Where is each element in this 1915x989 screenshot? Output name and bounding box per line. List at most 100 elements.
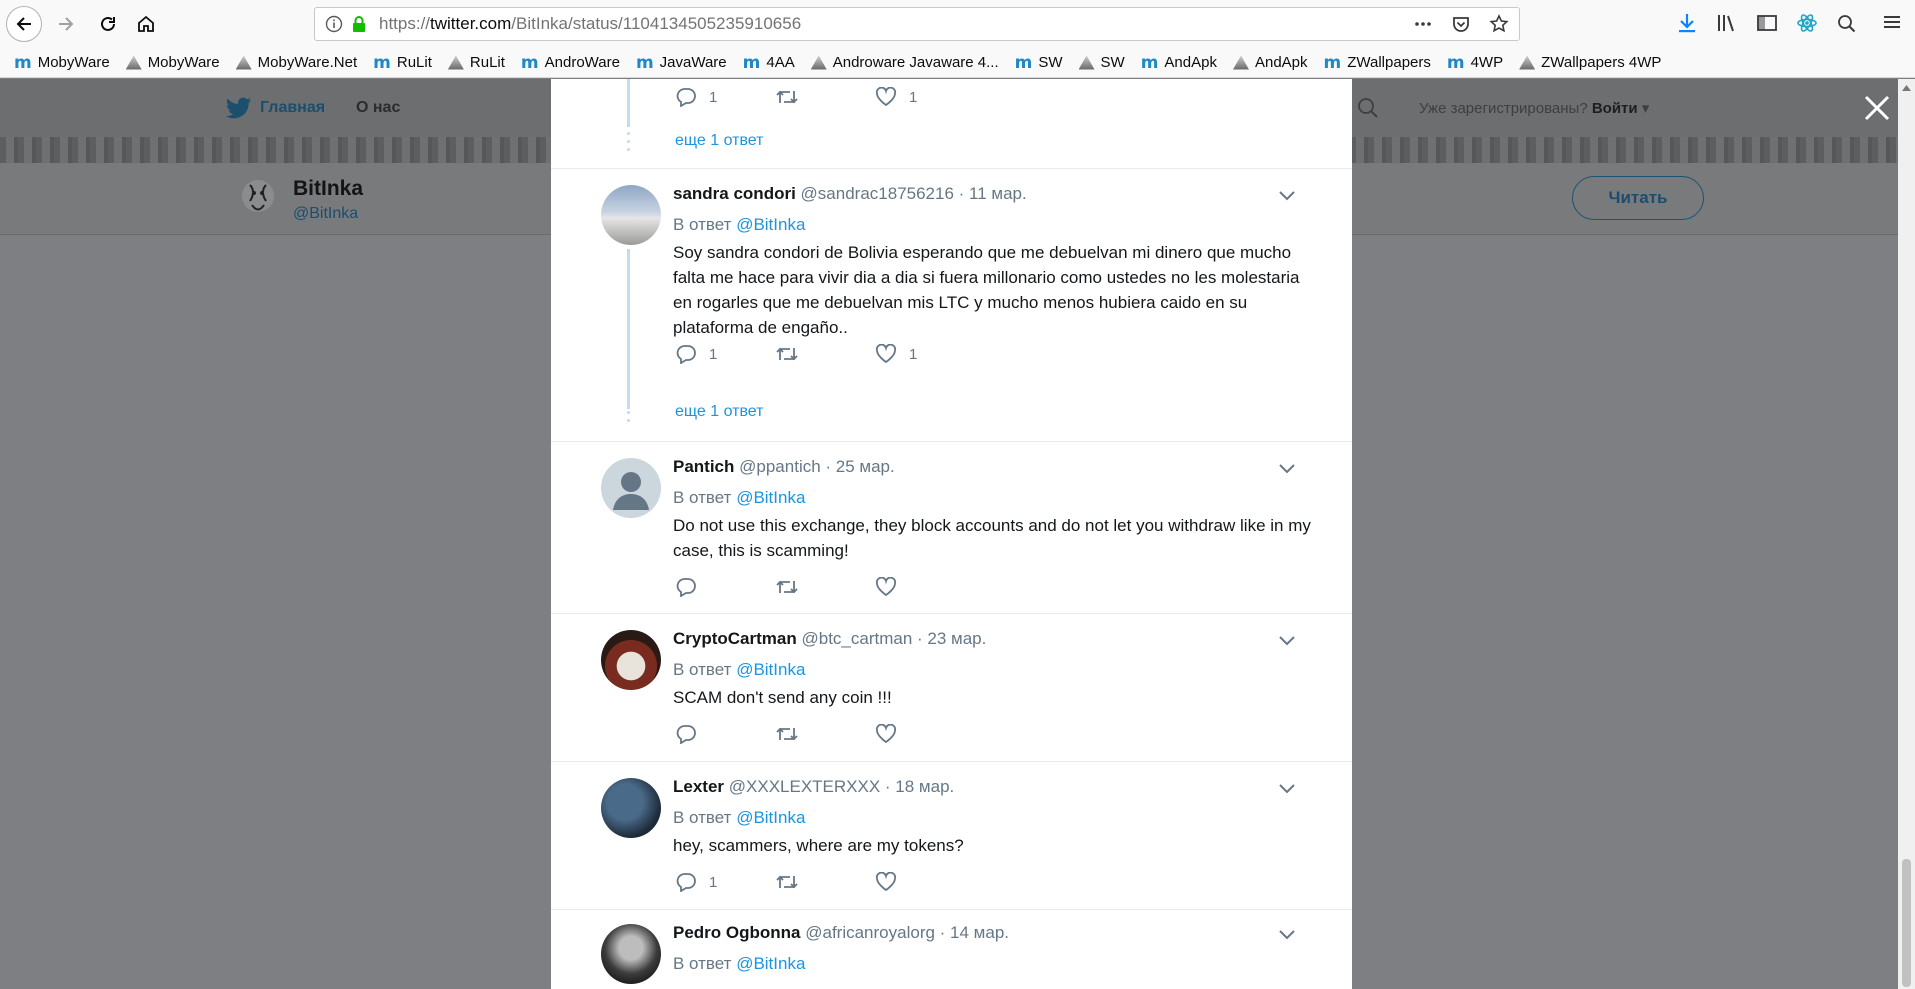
nav-about-link[interactable]: О нас [356,99,400,117]
follow-button[interactable]: Читать [1572,176,1704,220]
login-link[interactable]: Войти [1592,100,1638,117]
bookmark-item[interactable]: m AndApk [1141,53,1217,73]
bookmark-label: 4AA [766,54,795,71]
reply-action[interactable]: 1 [675,87,775,107]
bookmark-item[interactable]: Androware Javaware 4... [810,54,999,71]
chevron-down-icon[interactable] [1278,463,1296,475]
like-action[interactable] [875,724,975,744]
reply-mention[interactable]: @BitInka [736,808,805,827]
author-name[interactable]: CryptoCartman [673,629,797,648]
chevron-down-icon[interactable] [1278,635,1296,647]
avatar[interactable] [601,924,661,984]
page-scrollbar[interactable] [1898,79,1915,989]
close-icon[interactable] [1862,93,1892,123]
bookmark-item[interactable]: m ZWallpapers [1324,53,1431,73]
bookmark-item[interactable]: m JavaWare [636,53,727,73]
more-replies-link[interactable]: еще 1 ответ [675,132,763,150]
author-meta[interactable]: @XXXLEXTERXXX · 18 мар. [729,777,954,796]
tweet-item[interactable]: sandra condori @sandrac18756216 · 11 мар… [551,169,1352,442]
library-button[interactable] [1716,12,1740,34]
avatar[interactable] [601,185,661,245]
downloads-button[interactable] [1676,12,1698,34]
reply-action[interactable] [675,577,775,597]
reply-mention[interactable]: @BitInka [736,954,805,973]
author-meta[interactable]: @sandrac18756216 · 11 мар. [801,184,1027,203]
reply-mention[interactable]: @BitInka [736,488,805,507]
home-button[interactable] [128,6,164,42]
nav-home-link[interactable]: Главная [226,97,325,119]
lock-icon[interactable] [351,15,367,33]
reply-action[interactable]: 1 [675,344,775,364]
address-bar[interactable]: https://twitter.com/BitInka/status/11041… [314,7,1520,41]
like-action[interactable] [875,577,975,597]
like-action[interactable]: 1 [875,344,975,364]
author-name[interactable]: Lexter [673,777,724,796]
author-meta[interactable]: @africanroyalorg · 14 мар. [805,923,1009,942]
like-action[interactable] [875,872,975,892]
reply-action[interactable]: 1 [675,872,775,892]
author-name[interactable]: Pedro Ogbonna [673,923,801,942]
retweet-action[interactable] [775,344,875,364]
reply-mention[interactable]: @BitInka [736,660,805,679]
bookmark-item[interactable]: MobyWare [125,54,220,71]
tweet-item[interactable]: Pedro Ogbonna @africanroyalorg · 14 мар.… [551,910,1352,989]
info-icon[interactable] [325,15,343,33]
scroll-up-icon[interactable] [1902,85,1911,91]
bookmark-item[interactable]: MobyWare.Net [235,54,358,71]
avatar[interactable] [601,630,661,690]
author-meta[interactable]: @btc_cartman · 23 мар. [801,629,986,648]
bookmark-item[interactable]: ZWallpapers 4WP [1519,54,1661,71]
moby-favicon-icon: m [14,52,32,73]
profile-name[interactable]: BitInka [293,177,363,201]
bookmark-item[interactable]: m AndroWare [521,53,620,73]
more-replies-link[interactable]: еще 1 ответ [675,403,763,421]
star-icon[interactable] [1489,14,1509,34]
author-meta[interactable]: @ppantich · 25 мар. [739,457,895,476]
author-name[interactable]: Pantich [673,457,734,476]
avatar[interactable] [601,778,661,838]
retweet-action[interactable] [775,724,875,744]
extension-button[interactable] [1836,12,1858,34]
chevron-down-icon[interactable] [1278,190,1296,202]
reload-button[interactable] [90,6,126,42]
author-name[interactable]: sandra condori [673,184,796,203]
arrow-right-icon [59,17,74,31]
retweet-action[interactable] [775,87,875,107]
forward-button[interactable] [48,6,84,42]
reply-mention[interactable]: @BitInka [736,215,805,234]
reply-action[interactable] [675,724,775,744]
bookmark-item[interactable]: SW [1078,54,1125,71]
pocket-icon[interactable] [1451,14,1471,34]
more-actions-icon[interactable] [1413,14,1433,34]
browser-toolbar: https://twitter.com/BitInka/status/11041… [0,0,1915,48]
caret-down-icon[interactable]: ▾ [1642,100,1650,117]
chevron-down-icon[interactable] [1278,929,1296,941]
scrollbar-thumb[interactable] [1902,859,1911,987]
bookmark-item[interactable]: AndApk [1232,54,1308,71]
bookmark-item[interactable]: RuLit [447,54,505,71]
search-icon[interactable] [1357,97,1379,119]
back-button[interactable] [6,6,42,42]
retweet-action[interactable] [775,872,875,892]
profile-handle[interactable]: @BitInka [293,205,358,223]
bookmark-label: MobyWare.Net [257,54,358,71]
tweet-item[interactable]: Pantich @ppantich · 25 мар. В ответ @Bit… [551,442,1352,614]
avatar[interactable] [601,458,661,518]
bookmark-item[interactable]: m SW [1015,53,1063,73]
retweet-action[interactable] [775,577,875,597]
sidebar-button[interactable] [1756,12,1778,34]
profile-avatar[interactable] [240,175,276,217]
reply-prefix: В ответ [673,808,732,827]
react-devtools-button[interactable] [1796,12,1818,34]
chevron-down-icon[interactable] [1278,783,1296,795]
tweet-item[interactable]: CryptoCartman @btc_cartman · 23 мар. В о… [551,614,1352,762]
bookmark-item[interactable]: m 4WP [1447,53,1503,73]
bookmark-item[interactable]: m RuLit [373,53,432,73]
url-text[interactable]: https://twitter.com/BitInka/status/11041… [379,14,801,34]
like-action[interactable]: 1 [875,87,975,107]
bookmark-item[interactable]: m MobyWare [14,53,110,73]
bookmark-item[interactable]: m 4AA [743,53,795,73]
menu-button[interactable] [1882,12,1902,32]
bookmark-label: JavaWare [659,54,727,71]
tweet-item[interactable]: Lexter @XXXLEXTERXXX · 18 мар. В ответ @… [551,762,1352,910]
